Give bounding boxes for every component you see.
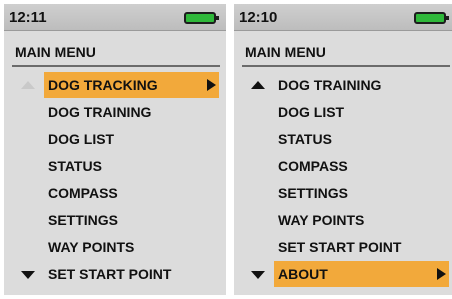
- menu-item-compass[interactable]: COMPASS: [234, 153, 452, 180]
- status-bar: 12:11: [4, 4, 226, 31]
- menu-item-label: COMPASS: [48, 185, 118, 201]
- menu-item-label: DOG TRACKING: [48, 77, 158, 93]
- title-divider: [12, 65, 220, 67]
- menu-item-label: SET START POINT: [48, 266, 172, 282]
- menu-item-label: SETTINGS: [48, 212, 119, 228]
- menu-item-status[interactable]: STATUS: [4, 153, 226, 180]
- menu-item-compass[interactable]: COMPASS: [4, 180, 226, 207]
- menu-item-dog-training[interactable]: DOG TRAINING: [4, 99, 226, 126]
- menu-item-dog-tracking[interactable]: DOG TRACKING: [4, 72, 226, 99]
- menu-item-label: STATUS: [48, 158, 102, 174]
- menu-item-label: DOG TRAINING: [48, 104, 152, 120]
- menu-item-label: WAY POINTS: [278, 212, 365, 228]
- status-bar: 12:10: [234, 4, 452, 31]
- scroll-up-icon: [21, 81, 35, 89]
- scroll-down-icon: [251, 271, 265, 279]
- scroll-down-icon[interactable]: [21, 271, 35, 279]
- menu-item-label: STATUS: [278, 131, 332, 147]
- arrow-right-icon: [437, 268, 446, 280]
- menu-item-dog-list[interactable]: DOG LIST: [234, 99, 452, 126]
- battery-icon: [184, 12, 219, 24]
- device-screen-right: 12:10 MAIN MENU DOG TRAINING DOG LIST ST…: [234, 4, 452, 295]
- menu-item-settings[interactable]: SETTINGS: [234, 180, 452, 207]
- menu-item-label: SET START POINT: [278, 239, 402, 255]
- menu-item-label: DOG TRAINING: [278, 77, 382, 93]
- menu-item-dog-list[interactable]: DOG LIST: [4, 126, 226, 153]
- menu-item-set-start-point[interactable]: SET START POINT: [234, 234, 452, 261]
- menu-item-label: DOG LIST: [48, 131, 115, 147]
- menu-item-about[interactable]: ABOUT: [234, 261, 452, 288]
- menu-item-label: WAY POINTS: [48, 239, 135, 255]
- menu-item-label: COMPASS: [278, 158, 348, 174]
- menu-item-label: DOG LIST: [278, 104, 345, 120]
- device-screen-left: 12:11 MAIN MENU DOG TRACKING DOG TRAININ…: [4, 4, 226, 295]
- menu-item-set-start-point[interactable]: SET START POINT: [4, 261, 226, 288]
- arrow-right-icon: [207, 79, 216, 91]
- battery-icon: [414, 12, 449, 24]
- menu-item-way-points[interactable]: WAY POINTS: [234, 207, 452, 234]
- menu-item-settings[interactable]: SETTINGS: [4, 207, 226, 234]
- menu-item-dog-training[interactable]: DOG TRAINING: [234, 72, 452, 99]
- title-divider: [242, 65, 450, 67]
- main-menu-list: DOG TRACKING DOG TRAINING DOG LIST STATU…: [4, 72, 226, 288]
- menu-item-way-points[interactable]: WAY POINTS: [4, 234, 226, 261]
- main-menu-list: DOG TRAINING DOG LIST STATUS COMPASS SET…: [234, 72, 452, 288]
- menu-item-label: ABOUT: [278, 266, 328, 282]
- menu-title: MAIN MENU: [15, 44, 96, 60]
- menu-title: MAIN MENU: [245, 44, 326, 60]
- clock: 12:11: [9, 9, 47, 26]
- scroll-up-icon[interactable]: [251, 81, 265, 89]
- clock: 12:10: [239, 9, 278, 26]
- menu-item-status[interactable]: STATUS: [234, 126, 452, 153]
- menu-item-label: SETTINGS: [278, 185, 349, 201]
